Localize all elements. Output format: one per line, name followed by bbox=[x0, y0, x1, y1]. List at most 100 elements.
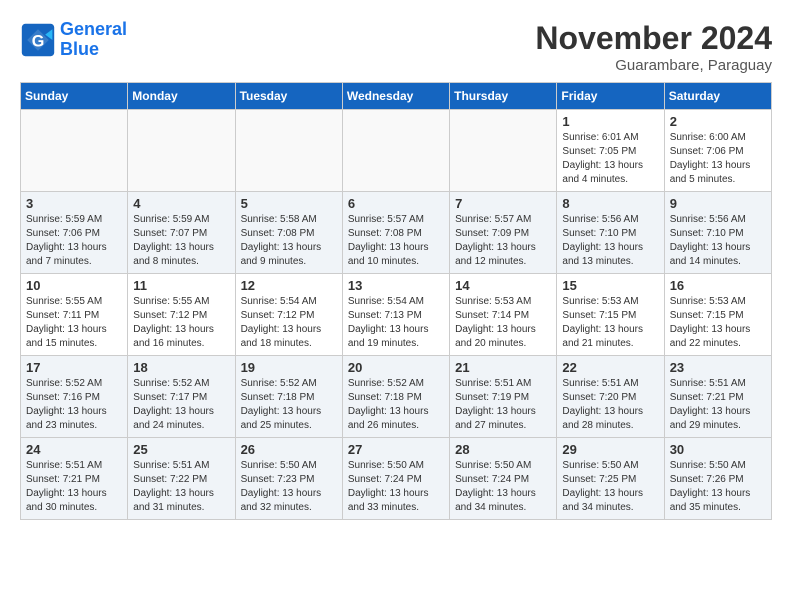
calendar-cell: 6 Sunrise: 5:57 AMSunset: 7:08 PMDaylight… bbox=[342, 192, 449, 274]
day-number: 19 bbox=[241, 360, 337, 375]
day-number: 23 bbox=[670, 360, 766, 375]
col-monday: Monday bbox=[128, 83, 235, 110]
day-number: 13 bbox=[348, 278, 444, 293]
day-info: Sunrise: 5:50 AMSunset: 7:23 PMDaylight:… bbox=[241, 459, 337, 515]
day-info: Sunrise: 5:56 AMSunset: 7:10 PMDaylight:… bbox=[562, 213, 658, 269]
day-number: 4 bbox=[133, 196, 229, 211]
location-subtitle: Guarambare, Paraguay bbox=[535, 57, 772, 74]
calendar-cell: 18Sunrise: 5:52 AMSunset: 7:17 PMDayligh… bbox=[128, 356, 235, 438]
day-number: 7 bbox=[455, 196, 551, 211]
day-number: 3 bbox=[26, 196, 122, 211]
day-info: Sunrise: 5:51 AMSunset: 7:19 PMDaylight:… bbox=[455, 377, 551, 433]
calendar-cell: 9Sunrise: 5:56 AMSunset: 7:10 PMDaylight… bbox=[664, 192, 771, 274]
day-number: 21 bbox=[455, 360, 551, 375]
day-number: 5 bbox=[241, 196, 337, 211]
calendar-cell: 7 Sunrise: 5:57 AMSunset: 7:09 PMDaylight… bbox=[450, 192, 557, 274]
calendar-cell bbox=[21, 110, 128, 192]
day-info: Sunrise: 5:55 AMSunset: 7:12 PMDaylight:… bbox=[133, 295, 229, 351]
calendar-cell: 12 Sunrise: 5:54 AMSunset: 7:12 PMDayligh… bbox=[235, 274, 342, 356]
logo-text: General Blue bbox=[60, 20, 127, 60]
day-info: Sunrise: 6:00 AMSunset: 7:06 PMDaylight:… bbox=[670, 131, 766, 187]
logo: G General Blue bbox=[20, 20, 127, 60]
day-info: Sunrise: 5:54 AMSunset: 7:13 PMDaylight:… bbox=[348, 295, 444, 351]
logo-icon: G bbox=[20, 22, 56, 58]
col-friday: Friday bbox=[557, 83, 664, 110]
day-info: Sunrise: 5:53 AMSunset: 7:15 PMDaylight:… bbox=[562, 295, 658, 351]
page-header: G General Blue November 2024 Guarambare,… bbox=[20, 20, 772, 74]
calendar-cell: 4Sunrise: 5:59 AMSunset: 7:07 PMDaylight… bbox=[128, 192, 235, 274]
col-saturday: Saturday bbox=[664, 83, 771, 110]
day-number: 29 bbox=[562, 442, 658, 457]
calendar-cell bbox=[128, 110, 235, 192]
logo-line2: Blue bbox=[60, 39, 99, 59]
day-number: 15 bbox=[562, 278, 658, 293]
day-number: 30 bbox=[670, 442, 766, 457]
day-info: Sunrise: 5:50 AMSunset: 7:24 PMDaylight:… bbox=[348, 459, 444, 515]
day-number: 16 bbox=[670, 278, 766, 293]
calendar-cell: 19 Sunrise: 5:52 AMSunset: 7:18 PMDayligh… bbox=[235, 356, 342, 438]
day-info: Sunrise: 5:51 AMSunset: 7:21 PMDaylight:… bbox=[670, 377, 766, 433]
calendar-week-row: 17Sunrise: 5:52 AMSunset: 7:16 PMDayligh… bbox=[21, 356, 772, 438]
calendar-cell bbox=[342, 110, 449, 192]
calendar-cell: 10Sunrise: 5:55 AMSunset: 7:11 PMDayligh… bbox=[21, 274, 128, 356]
calendar-cell: 17Sunrise: 5:52 AMSunset: 7:16 PMDayligh… bbox=[21, 356, 128, 438]
day-info: Sunrise: 5:51 AMSunset: 7:22 PMDaylight:… bbox=[133, 459, 229, 515]
day-number: 28 bbox=[455, 442, 551, 457]
svg-text:G: G bbox=[32, 32, 45, 50]
day-number: 9 bbox=[670, 196, 766, 211]
page: G General Blue November 2024 Guarambare,… bbox=[0, 0, 792, 530]
calendar-cell: 25Sunrise: 5:51 AMSunset: 7:22 PMDayligh… bbox=[128, 438, 235, 520]
day-info: Sunrise: 5:55 AMSunset: 7:11 PMDaylight:… bbox=[26, 295, 122, 351]
day-number: 26 bbox=[241, 442, 337, 457]
day-info: Sunrise: 5:53 AMSunset: 7:14 PMDaylight:… bbox=[455, 295, 551, 351]
calendar-cell: 21 Sunrise: 5:51 AMSunset: 7:19 PMDayligh… bbox=[450, 356, 557, 438]
day-info: Sunrise: 5:54 AMSunset: 7:12 PMDaylight:… bbox=[241, 295, 337, 351]
calendar-cell: 8Sunrise: 5:56 AMSunset: 7:10 PMDaylight… bbox=[557, 192, 664, 274]
day-number: 22 bbox=[562, 360, 658, 375]
calendar-cell bbox=[450, 110, 557, 192]
calendar-cell: 24Sunrise: 5:51 AMSunset: 7:21 PMDayligh… bbox=[21, 438, 128, 520]
day-number: 2 bbox=[670, 114, 766, 129]
day-number: 11 bbox=[133, 278, 229, 293]
day-number: 1 bbox=[562, 114, 658, 129]
calendar-cell: 20Sunrise: 5:52 AMSunset: 7:18 PMDayligh… bbox=[342, 356, 449, 438]
day-info: Sunrise: 5:59 AMSunset: 7:06 PMDaylight:… bbox=[26, 213, 122, 269]
col-wednesday: Wednesday bbox=[342, 83, 449, 110]
day-number: 12 bbox=[241, 278, 337, 293]
calendar-cell: 22 Sunrise: 5:51 AMSunset: 7:20 PMDayligh… bbox=[557, 356, 664, 438]
month-title: November 2024 bbox=[535, 20, 772, 57]
calendar-cell: 29 Sunrise: 5:50 AMSunset: 7:25 PMDayligh… bbox=[557, 438, 664, 520]
calendar-cell: 26 Sunrise: 5:50 AMSunset: 7:23 PMDayligh… bbox=[235, 438, 342, 520]
calendar-cell bbox=[235, 110, 342, 192]
calendar-week-row: 24Sunrise: 5:51 AMSunset: 7:21 PMDayligh… bbox=[21, 438, 772, 520]
day-info: Sunrise: 5:53 AMSunset: 7:15 PMDaylight:… bbox=[670, 295, 766, 351]
calendar-cell: 13 Sunrise: 5:54 AMSunset: 7:13 PMDayligh… bbox=[342, 274, 449, 356]
calendar-cell: 2 Sunrise: 6:00 AMSunset: 7:06 PMDaylight… bbox=[664, 110, 771, 192]
col-thursday: Thursday bbox=[450, 83, 557, 110]
calendar-week-row: 3 Sunrise: 5:59 AMSunset: 7:06 PMDaylight… bbox=[21, 192, 772, 274]
calendar-cell: 1 Sunrise: 6:01 AMSunset: 7:05 PMDaylight… bbox=[557, 110, 664, 192]
title-block: November 2024 Guarambare, Paraguay bbox=[535, 20, 772, 74]
calendar-cell: 14Sunrise: 5:53 AMSunset: 7:14 PMDayligh… bbox=[450, 274, 557, 356]
col-sunday: Sunday bbox=[21, 83, 128, 110]
day-info: Sunrise: 5:52 AMSunset: 7:18 PMDaylight:… bbox=[241, 377, 337, 433]
day-number: 24 bbox=[26, 442, 122, 457]
day-info: Sunrise: 5:51 AMSunset: 7:20 PMDaylight:… bbox=[562, 377, 658, 433]
day-info: Sunrise: 5:58 AMSunset: 7:08 PMDaylight:… bbox=[241, 213, 337, 269]
col-tuesday: Tuesday bbox=[235, 83, 342, 110]
day-info: Sunrise: 5:50 AMSunset: 7:25 PMDaylight:… bbox=[562, 459, 658, 515]
calendar-cell: 30 Sunrise: 5:50 AMSunset: 7:26 PMDayligh… bbox=[664, 438, 771, 520]
day-info: Sunrise: 5:52 AMSunset: 7:16 PMDaylight:… bbox=[26, 377, 122, 433]
day-number: 18 bbox=[133, 360, 229, 375]
day-number: 27 bbox=[348, 442, 444, 457]
day-info: Sunrise: 5:57 AMSunset: 7:08 PMDaylight:… bbox=[348, 213, 444, 269]
day-info: Sunrise: 5:50 AMSunset: 7:24 PMDaylight:… bbox=[455, 459, 551, 515]
day-number: 6 bbox=[348, 196, 444, 211]
day-info: Sunrise: 5:57 AMSunset: 7:09 PMDaylight:… bbox=[455, 213, 551, 269]
calendar-cell: 5 Sunrise: 5:58 AMSunset: 7:08 PMDaylight… bbox=[235, 192, 342, 274]
calendar-header-row: Sunday Monday Tuesday Wednesday Thursday… bbox=[21, 83, 772, 110]
day-info: Sunrise: 6:01 AMSunset: 7:05 PMDaylight:… bbox=[562, 131, 658, 187]
day-info: Sunrise: 5:52 AMSunset: 7:18 PMDaylight:… bbox=[348, 377, 444, 433]
calendar-cell: 11 Sunrise: 5:55 AMSunset: 7:12 PMDayligh… bbox=[128, 274, 235, 356]
day-info: Sunrise: 5:50 AMSunset: 7:26 PMDaylight:… bbox=[670, 459, 766, 515]
